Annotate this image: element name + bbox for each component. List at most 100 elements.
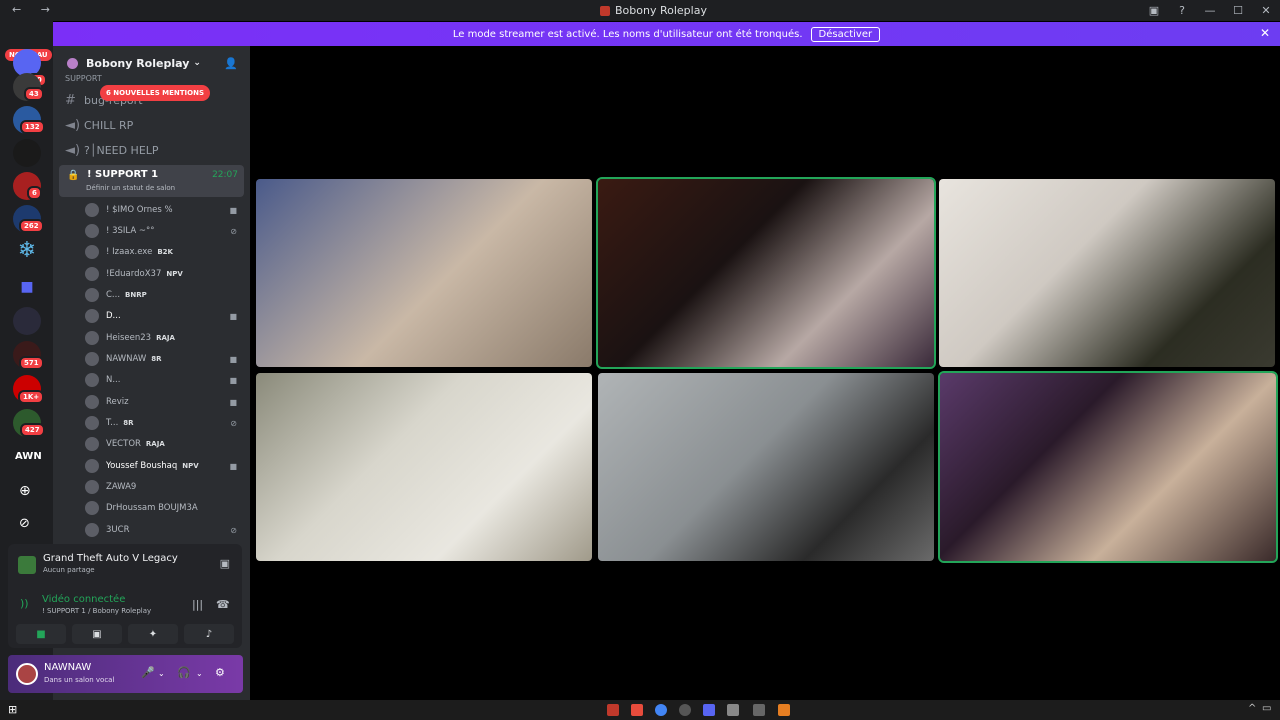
chrome-icon[interactable] bbox=[655, 704, 667, 716]
minimize-button[interactable]: — bbox=[1196, 4, 1224, 17]
voice-member[interactable]: Youssef Boushaq NPV ■ bbox=[85, 457, 245, 475]
member-name: D... bbox=[106, 311, 121, 321]
taskbar-app-icon[interactable] bbox=[631, 704, 643, 716]
member-name: T... bbox=[106, 418, 119, 428]
voice-member[interactable]: Reviz ■ bbox=[85, 393, 245, 411]
voice-member[interactable]: T... 8R ⊘ bbox=[85, 414, 245, 432]
invite-people-icon[interactable]: 👤 bbox=[224, 57, 238, 70]
avatar bbox=[85, 501, 99, 515]
taskbar-app-icon[interactable] bbox=[679, 704, 691, 716]
channel-name: CHILL RP bbox=[84, 119, 134, 132]
inbox-icon[interactable]: ▣ bbox=[1140, 4, 1168, 17]
disable-streamer-button[interactable]: Désactiver bbox=[810, 26, 881, 42]
member-name: NAWNAW bbox=[106, 354, 147, 364]
voice-member[interactable]: ! $IMO Ornes % ■ bbox=[85, 201, 245, 219]
video-tile[interactable] bbox=[256, 373, 592, 561]
video-grid bbox=[250, 46, 1280, 700]
snowflake-server-icon[interactable]: ❄ bbox=[13, 237, 41, 265]
voice-member[interactable]: ! 3SILA ~°° ⊘ bbox=[85, 222, 245, 240]
muted-icon: ⊘ bbox=[230, 418, 237, 428]
video-tile-speaking[interactable] bbox=[596, 177, 936, 369]
video-icon: ■ bbox=[229, 311, 237, 321]
server-icon[interactable] bbox=[13, 139, 41, 167]
voice-channel-item[interactable]: ◄) CHILL RP bbox=[65, 118, 133, 133]
voice-member[interactable]: DrHoussam BOUJM3A bbox=[85, 499, 245, 517]
discover-icon[interactable]: ⊘ bbox=[19, 516, 30, 531]
close-button[interactable]: ✕ bbox=[1252, 4, 1280, 17]
game-title: Grand Theft Auto V Legacy bbox=[43, 553, 178, 564]
video-tile[interactable] bbox=[939, 179, 1275, 367]
member-name: !EduardoX37 bbox=[106, 269, 162, 279]
video-icon: ■ bbox=[229, 354, 237, 364]
add-server-icon[interactable]: ⊕ bbox=[19, 483, 31, 499]
discord-icon[interactable] bbox=[703, 704, 715, 716]
voice-member[interactable]: N... ■ bbox=[85, 371, 245, 389]
server-badge: 571 bbox=[19, 356, 44, 370]
disconnect-icon[interactable]: ☎ bbox=[216, 598, 230, 611]
member-name: Youssef Boushaq bbox=[106, 461, 178, 471]
hash-icon: # bbox=[65, 93, 76, 108]
window-controls: ▣ ? — ☐ ✕ bbox=[1140, 0, 1280, 21]
video-tile[interactable] bbox=[598, 373, 934, 561]
help-icon[interactable]: ? bbox=[1168, 4, 1196, 17]
video-tile-speaking[interactable] bbox=[938, 371, 1278, 563]
voice-member[interactable]: Heiseen23 RAJA bbox=[85, 329, 245, 347]
voice-channel-item[interactable]: ◄) ?│NEED HELP bbox=[65, 143, 159, 158]
avatar[interactable] bbox=[16, 663, 38, 685]
folder-icon[interactable]: ■ bbox=[13, 273, 41, 301]
voice-member[interactable]: D... ■ bbox=[85, 307, 245, 325]
gear-icon[interactable]: ⚙ bbox=[215, 666, 225, 679]
member-name: ! $IMO Ornes % bbox=[106, 205, 173, 215]
chevron-down-icon[interactable]: ⌄ bbox=[196, 669, 203, 678]
noise-suppression-icon[interactable]: ||| bbox=[192, 598, 203, 611]
voice-member[interactable]: C... BNRP bbox=[85, 286, 245, 304]
tray-app-icon[interactable]: ▭ bbox=[1262, 703, 1271, 714]
video-tile[interactable] bbox=[256, 179, 592, 367]
new-mentions-badge[interactable]: 6 NOUVELLES MENTIONS bbox=[100, 85, 211, 101]
channel-status[interactable]: Définir un statut de salon bbox=[86, 184, 175, 192]
share-screen-icon[interactable]: ▣ bbox=[220, 557, 230, 570]
voice-member[interactable]: ZAWA9 bbox=[85, 478, 245, 496]
voice-member[interactable]: !EduardoX37 NPV bbox=[85, 265, 245, 283]
microphone-icon[interactable]: 🎤 bbox=[141, 666, 155, 679]
windows-start-icon[interactable]: ⊞ bbox=[8, 703, 17, 716]
nav-arrows[interactable]: ← → bbox=[12, 3, 58, 16]
taskbar-app-icon[interactable] bbox=[778, 704, 790, 716]
member-tag: 8R bbox=[151, 355, 162, 363]
server-badge: 1K+ bbox=[18, 390, 45, 404]
voice-member[interactable]: VECTOR RAJA bbox=[85, 435, 245, 453]
channel-item[interactable]: SUPPORT bbox=[65, 74, 102, 83]
video-icon: ■ bbox=[229, 205, 237, 215]
chevron-down-icon[interactable]: ⌄ bbox=[158, 669, 165, 678]
soundboard-button[interactable]: ♪ bbox=[184, 624, 234, 644]
avatar bbox=[85, 203, 99, 217]
taskbar-app-icon[interactable] bbox=[753, 704, 765, 716]
member-name: C... bbox=[106, 290, 121, 300]
voice-member[interactable]: ! Izaax.exe B2K bbox=[85, 243, 245, 261]
tray-chevron-icon[interactable]: ^ bbox=[1248, 703, 1256, 714]
speaker-icon: ◄) bbox=[65, 143, 81, 158]
username[interactable]: NAWNAW bbox=[44, 662, 91, 673]
game-icon bbox=[18, 556, 36, 574]
signal-icon[interactable]: )) bbox=[20, 597, 29, 610]
screen-share-button[interactable]: ▣ bbox=[72, 624, 122, 644]
active-voice-channel[interactable]: 🔒 ! SUPPORT 1 22:07 Définir un statut de… bbox=[59, 165, 244, 197]
voice-member[interactable]: NAWNAW 8R ■ bbox=[85, 350, 245, 368]
server-name: Bobony Roleplay bbox=[86, 56, 190, 70]
voice-channel-path[interactable]: ! SUPPORT 1 / Bobony Roleplay bbox=[42, 607, 151, 615]
server-icon[interactable] bbox=[13, 307, 41, 335]
taskbar-app-icon[interactable] bbox=[607, 704, 619, 716]
banner-close-icon[interactable]: ✕ bbox=[1260, 26, 1270, 40]
maximize-button[interactable]: ☐ bbox=[1224, 4, 1252, 17]
voice-connection-panel: )) Vidéo connectée ! SUPPORT 1 / Bobony … bbox=[8, 586, 242, 648]
activities-button[interactable]: ✦ bbox=[128, 624, 178, 644]
headphones-icon[interactable]: 🎧 bbox=[177, 666, 191, 679]
awn-server-label[interactable]: AWN bbox=[15, 451, 42, 462]
voice-member[interactable]: 3UCR ⊘ bbox=[85, 521, 245, 539]
window-title-text: Bobony Roleplay bbox=[615, 4, 707, 17]
taskbar-app-icon[interactable] bbox=[727, 704, 739, 716]
camera-button[interactable]: ■ bbox=[16, 624, 66, 644]
channel-time: 22:07 bbox=[212, 170, 238, 180]
app-logo-icon bbox=[600, 5, 610, 16]
voice-status[interactable]: Vidéo connectée bbox=[42, 594, 125, 605]
